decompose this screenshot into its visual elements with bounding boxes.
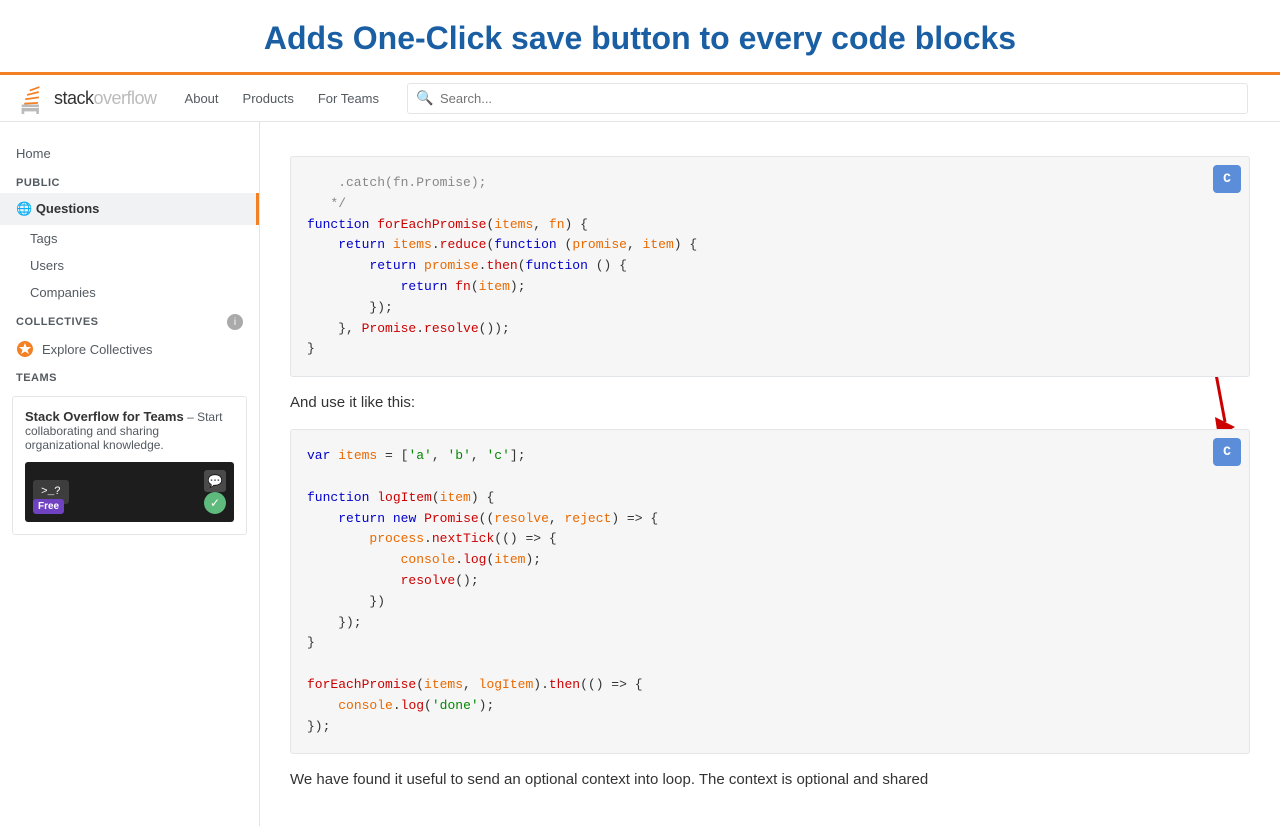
globe-icon: 🌐 bbox=[16, 201, 36, 216]
sidebar-item-companies[interactable]: Companies bbox=[0, 279, 259, 306]
sidebar-item-tags[interactable]: Tags bbox=[0, 225, 259, 252]
logo[interactable]: stackoverflow bbox=[16, 82, 157, 114]
collectives-info-icon[interactable]: i bbox=[227, 314, 243, 330]
sidebar: Home PUBLIC 🌐 Questions Tags Users Compa… bbox=[0, 122, 260, 826]
copy-button-1[interactable]: C bbox=[1213, 165, 1241, 193]
copy-button-2[interactable]: C bbox=[1213, 438, 1241, 466]
teams-promo-dash: – bbox=[187, 410, 197, 424]
code-block-1: .catch(fn.Promise); */ function forEachP… bbox=[290, 156, 1250, 377]
use-it-text: And use it like this: bbox=[290, 391, 1250, 415]
main-layout: Home PUBLIC 🌐 Questions Tags Users Compa… bbox=[0, 122, 1280, 826]
chat-icon: 💬 bbox=[204, 470, 226, 492]
nav-links: About Products For Teams bbox=[173, 77, 391, 120]
free-badge: Free bbox=[33, 499, 64, 514]
green-check-icon: ✓ bbox=[204, 492, 226, 514]
content-area: .catch(fn.Promise); */ function forEachP… bbox=[260, 122, 1280, 826]
top-nav: stackoverflow About Products For Teams 🔍 bbox=[0, 72, 1280, 122]
sidebar-item-home[interactable]: Home bbox=[0, 138, 259, 169]
code-block-1-content: .catch(fn.Promise); */ function forEachP… bbox=[307, 173, 1233, 360]
search-icon: 🔍 bbox=[416, 90, 433, 107]
code-block-2: var items = ['a', 'b', 'c']; function lo… bbox=[290, 429, 1250, 754]
collective-star-icon bbox=[16, 340, 34, 358]
nav-for-teams[interactable]: For Teams bbox=[306, 77, 391, 120]
search-box: 🔍 bbox=[407, 83, 1248, 114]
sidebar-section-teams: TEAMS bbox=[0, 364, 259, 388]
page-title-banner: Adds One-Click save button to every code… bbox=[0, 0, 1280, 72]
sidebar-section-public: PUBLIC bbox=[0, 169, 259, 193]
code-block-2-content: var items = ['a', 'b', 'c']; function lo… bbox=[307, 446, 1233, 737]
page-title: Adds One-Click save button to every code… bbox=[0, 20, 1280, 57]
sidebar-item-users[interactable]: Users bbox=[0, 252, 259, 279]
sidebar-explore-collectives[interactable]: Explore Collectives bbox=[0, 334, 259, 364]
nav-products[interactable]: Products bbox=[231, 77, 306, 120]
logo-icon bbox=[16, 82, 48, 114]
teams-promo-title: Stack Overflow for Teams bbox=[25, 409, 184, 424]
teams-promo-image: >_? Free 💬 ✓ bbox=[25, 462, 234, 522]
teams-promo-box: Stack Overflow for Teams – Start collabo… bbox=[12, 396, 247, 535]
bottom-prose-text: We have found it useful to send an optio… bbox=[290, 768, 1250, 792]
sidebar-item-questions[interactable]: 🌐 Questions bbox=[0, 193, 259, 225]
search-input[interactable] bbox=[407, 83, 1248, 114]
nav-about[interactable]: About bbox=[173, 77, 231, 120]
sidebar-collectives-header: COLLECTIVES i bbox=[0, 306, 259, 334]
logo-text: stackoverflow bbox=[54, 88, 157, 109]
